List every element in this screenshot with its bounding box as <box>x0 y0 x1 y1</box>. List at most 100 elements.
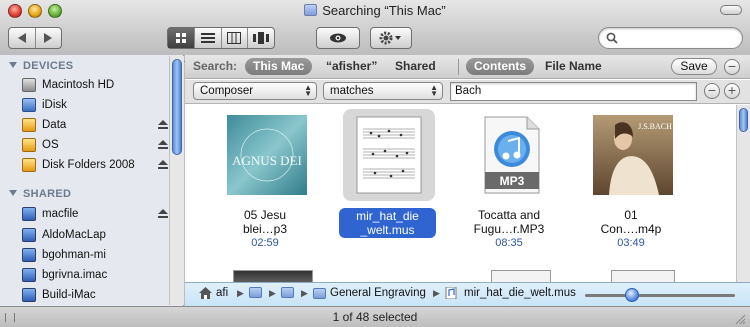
mp3-file-icon: MP3 <box>484 116 540 194</box>
network-mac-icon <box>22 288 36 302</box>
list-view-button[interactable] <box>195 28 222 48</box>
window-resize-grip-icon[interactable] <box>734 313 746 325</box>
sidebar-item-data[interactable]: Data <box>22 116 168 134</box>
title-bar[interactable]: Searching “This Mac” <box>0 0 750 62</box>
sidebar-scrollbar[interactable] <box>169 56 184 305</box>
save-button[interactable]: Save <box>671 58 717 75</box>
result-name-line2: Con….m4p <box>600 222 662 236</box>
path-item-current-file[interactable]: mir_hat_die_welt.mus <box>445 287 576 299</box>
result-item-partial[interactable] <box>611 270 675 282</box>
quick-look-seg <box>317 28 359 48</box>
view-mode-buttons <box>167 27 275 49</box>
path-item-general-engraving[interactable]: General Engraving <box>313 287 426 299</box>
cover-flow-button[interactable] <box>248 28 274 48</box>
window-title: Searching “This Mac” <box>0 3 750 18</box>
forward-arrow-icon <box>44 33 53 43</box>
target-file-name[interactable]: File Name <box>537 58 610 75</box>
path-item-label: afi <box>216 287 229 299</box>
icon-view-icon <box>175 33 186 43</box>
results-grid: AGNUS DEI 05 Jesu blei…p3 02:59 mir_hat_… <box>185 105 736 282</box>
sidebar-item-label: Data <box>42 119 67 131</box>
eject-icon[interactable] <box>158 120 168 130</box>
remove-row-button[interactable]: − <box>704 83 720 99</box>
sidebar-item-os[interactable]: OS <box>22 136 168 154</box>
sidebar-item-disk-folders-2008[interactable]: Disk Folders 2008 <box>22 156 168 174</box>
folder-icon <box>304 4 318 16</box>
result-item[interactable]: AGNUS DEI 05 Jesu blei…p3 02:59 <box>205 113 325 263</box>
results-scroll-thumb[interactable] <box>739 108 748 132</box>
attribute-value: Composer <box>200 85 254 97</box>
folder-icon <box>281 287 294 298</box>
cover-flow-icon <box>253 32 270 44</box>
popup-arrows-icon: ▲ ▼ <box>430 83 438 98</box>
result-name: 05 Jesu blei…p3 <box>205 208 325 236</box>
path-item-folder[interactable] <box>281 287 298 298</box>
sidebar-item-macintosh-hd[interactable]: Macintosh HD <box>22 76 168 94</box>
result-duration: 03:49 <box>617 237 645 249</box>
result-name-line2: Fugu…r.MP3 <box>473 222 545 236</box>
scope-divider <box>458 59 459 75</box>
status-text: 1 of 48 selected <box>332 310 418 324</box>
result-name-line1: mir_hat_die <box>356 209 419 223</box>
result-name: 01 Con….m4p <box>571 208 691 236</box>
toolbar-toggle-button[interactable] <box>720 5 742 15</box>
scope-user[interactable]: “afisher” <box>318 58 385 75</box>
shared-header[interactable]: SHARED <box>9 188 71 200</box>
scope-this-mac[interactable]: This Mac <box>245 58 313 75</box>
sidebar-item-build-imac[interactable]: Build-iMac <box>22 286 168 304</box>
album-art-agnus-dei: AGNUS DEI <box>227 115 307 195</box>
eject-icon[interactable] <box>158 140 168 150</box>
eject-icon[interactable] <box>158 209 168 219</box>
sidebar-item-macfile[interactable]: macfile <box>22 205 168 223</box>
devices-header[interactable]: DEVICES <box>9 60 73 72</box>
icon-size-slider[interactable] <box>585 288 735 302</box>
action-seg <box>371 28 411 48</box>
result-item-selected[interactable]: mir_hat_die _welt.mus <box>327 109 447 263</box>
back-arrow-icon <box>17 33 26 43</box>
path-item-home[interactable]: afi <box>199 287 228 299</box>
results-scrollbar[interactable] <box>736 105 750 282</box>
icon-size-slider-knob[interactable] <box>625 288 639 302</box>
gear-icon <box>379 31 401 45</box>
sidebar-item-label: bgrivna.imac <box>42 269 108 281</box>
sidebar-item-label: bgohman-mi <box>42 249 106 261</box>
add-row-button[interactable]: + <box>724 83 740 99</box>
attribute-popup[interactable]: Composer ▲ ▼ <box>193 82 317 100</box>
target-contents[interactable]: Contents <box>466 58 534 75</box>
sidebar: DEVICES Macintosh HD iDisk Data OS Disk … <box>0 55 184 306</box>
sidebar-item-bgohman-mi[interactable]: bgohman-mi <box>22 246 168 264</box>
sidebar-item-label: AldoMacLap <box>42 229 106 241</box>
sidebar-item-idisk[interactable]: iDisk <box>22 96 168 114</box>
eject-icon[interactable] <box>158 160 168 170</box>
path-item-folder[interactable] <box>249 287 266 298</box>
quick-look-button[interactable] <box>316 27 360 49</box>
sidebar-item-aldomaclap[interactable]: AldoMacLap <box>22 226 168 244</box>
result-item-partial[interactable] <box>491 270 551 282</box>
result-item[interactable]: J.S.BACH 01 Con….m4p 03:49 <box>571 113 691 263</box>
resize-grip-icon[interactable] <box>5 313 15 322</box>
sidebar-item-label: macfile <box>42 208 79 220</box>
result-item[interactable]: MP3 Tocatta and Fugu…r.MP3 08:35 <box>449 113 569 263</box>
result-name-line2: _welt.mus <box>360 223 415 237</box>
status-bar: 1 of 48 selected <box>0 306 750 327</box>
result-item-partial[interactable] <box>233 270 313 282</box>
path-item-label: General Engraving <box>330 287 426 299</box>
forward-button[interactable] <box>36 28 62 48</box>
devices-header-label: DEVICES <box>23 60 74 72</box>
sidebar-item-bgrivna-imac[interactable]: bgrivna.imac <box>22 266 168 284</box>
back-button[interactable] <box>9 28 36 48</box>
icon-view-button[interactable] <box>168 28 195 48</box>
remove-criteria-button[interactable]: − <box>724 59 740 75</box>
operator-value: matches <box>330 85 374 97</box>
nav-buttons <box>8 27 62 49</box>
sidebar-scroll-thumb[interactable] <box>172 59 182 155</box>
search-field[interactable] <box>598 27 743 49</box>
mp3-badge-text: MP3 <box>500 174 525 188</box>
criteria-value-field[interactable]: Bach <box>450 82 697 101</box>
column-view-button[interactable] <box>222 28 249 48</box>
result-duration: 02:59 <box>251 237 279 249</box>
action-menu-button[interactable] <box>370 27 412 49</box>
scope-shared[interactable]: Shared <box>387 58 444 75</box>
operator-popup[interactable]: matches ▲ ▼ <box>323 82 443 100</box>
result-name-line2: blei…p3 <box>242 222 288 236</box>
